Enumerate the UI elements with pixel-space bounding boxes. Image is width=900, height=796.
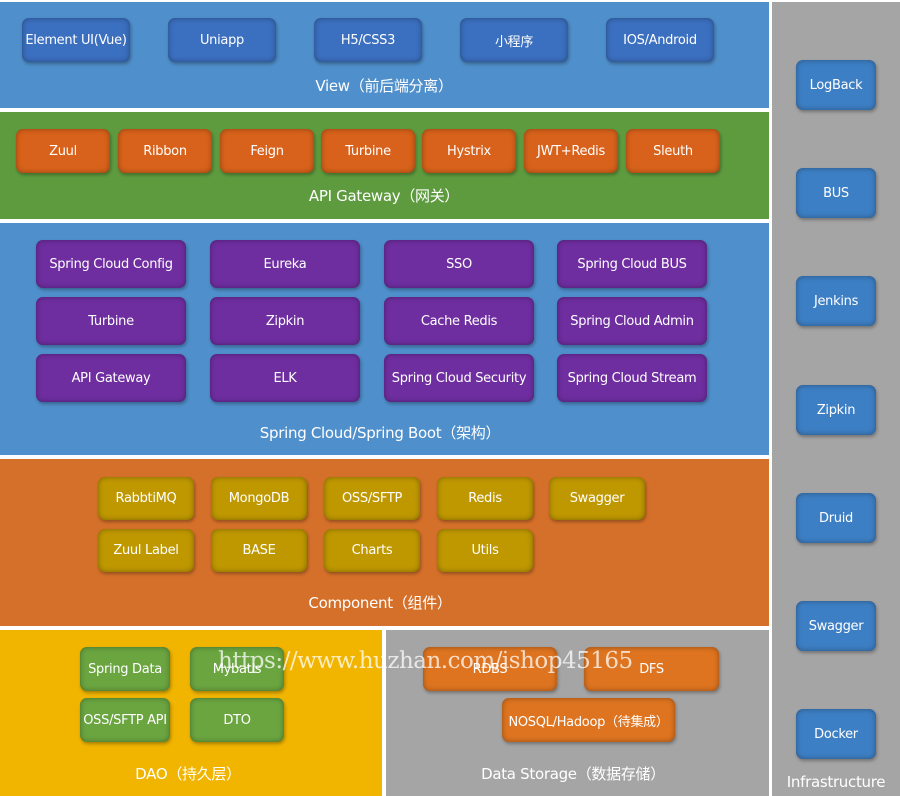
- spring-cloud-item: Turbine: [36, 297, 186, 345]
- view-item: IOS/Android: [606, 18, 714, 62]
- spring-cloud-item: Eureka: [210, 240, 360, 288]
- component-item: OSS/SFTP: [324, 477, 420, 520]
- infrastructure-item: Jenkins: [796, 276, 876, 326]
- dao-title: DAO（持久层）: [135, 765, 241, 783]
- spring-cloud-item: Zipkin: [210, 297, 360, 345]
- dao-item: OSS/SFTP API: [80, 698, 170, 742]
- api-gateway-item: Turbine: [321, 129, 415, 173]
- infrastructure-title: Infrastructure: [786, 773, 886, 791]
- component-item: Utils: [437, 529, 533, 572]
- component-item: Charts: [324, 529, 420, 572]
- component-item: MongoDB: [211, 477, 307, 520]
- spring-cloud-item: Spring Cloud BUS: [557, 240, 707, 288]
- infrastructure-item: Docker: [796, 709, 876, 759]
- api-gateway-item: Zuul: [16, 129, 110, 173]
- infrastructure-item: LogBack: [796, 60, 876, 110]
- api-gateway-item: Sleuth: [626, 129, 720, 173]
- spring-cloud-item: Spring Cloud Config: [36, 240, 186, 288]
- spring-cloud-item: Spring Cloud Admin: [557, 297, 707, 345]
- spring-cloud-item: Spring Cloud Stream: [557, 354, 707, 402]
- view-item: 小程序: [460, 18, 568, 62]
- api-gateway-item: JWT+Redis: [524, 129, 618, 173]
- spring-cloud-item: API Gateway: [36, 354, 186, 402]
- view-item: Element UI(Vue): [22, 18, 130, 62]
- dao-item: Spring Data: [80, 647, 170, 691]
- api-gateway-title: API Gateway（网关）: [308, 187, 460, 205]
- view-item: Uniapp: [168, 18, 276, 62]
- view-item: H5/CSS3: [314, 18, 422, 62]
- data-storage-item: NOSQL/Hadoop（待集成）: [502, 698, 675, 742]
- spring-cloud-item: Spring Cloud Security: [384, 354, 534, 402]
- component-title: Component（组件）: [308, 594, 452, 612]
- infrastructure-item: Swagger: [796, 601, 876, 651]
- infrastructure-item: BUS: [796, 168, 876, 218]
- api-gateway-item: Ribbon: [118, 129, 212, 173]
- component-item: BASE: [211, 529, 307, 572]
- component-item: Swagger: [549, 477, 645, 520]
- infrastructure-item: Zipkin: [796, 385, 876, 435]
- data-storage-item: RDBS: [423, 647, 557, 691]
- dao-item: DTO: [190, 698, 284, 742]
- spring-cloud-item: ELK: [210, 354, 360, 402]
- api-gateway-item: Hystrix: [422, 129, 516, 173]
- api-gateway-item: Feign: [220, 129, 314, 173]
- data-storage-title: Data Storage（数据存储）: [481, 765, 665, 783]
- component-item: Redis: [437, 477, 533, 520]
- infrastructure-item: Druid: [796, 493, 876, 543]
- component-item: Zuul Label: [98, 529, 194, 572]
- spring-cloud-item: Cache Redis: [384, 297, 534, 345]
- spring-cloud-title: Spring Cloud/Spring Boot（架构）: [259, 424, 501, 442]
- spring-cloud-item: SSO: [384, 240, 534, 288]
- data-storage-item: DFS: [584, 647, 719, 691]
- dao-item: Mybatis: [190, 647, 284, 691]
- view-title: View（前后端分离）: [315, 77, 453, 95]
- component-item: RabbtiMQ: [98, 477, 194, 520]
